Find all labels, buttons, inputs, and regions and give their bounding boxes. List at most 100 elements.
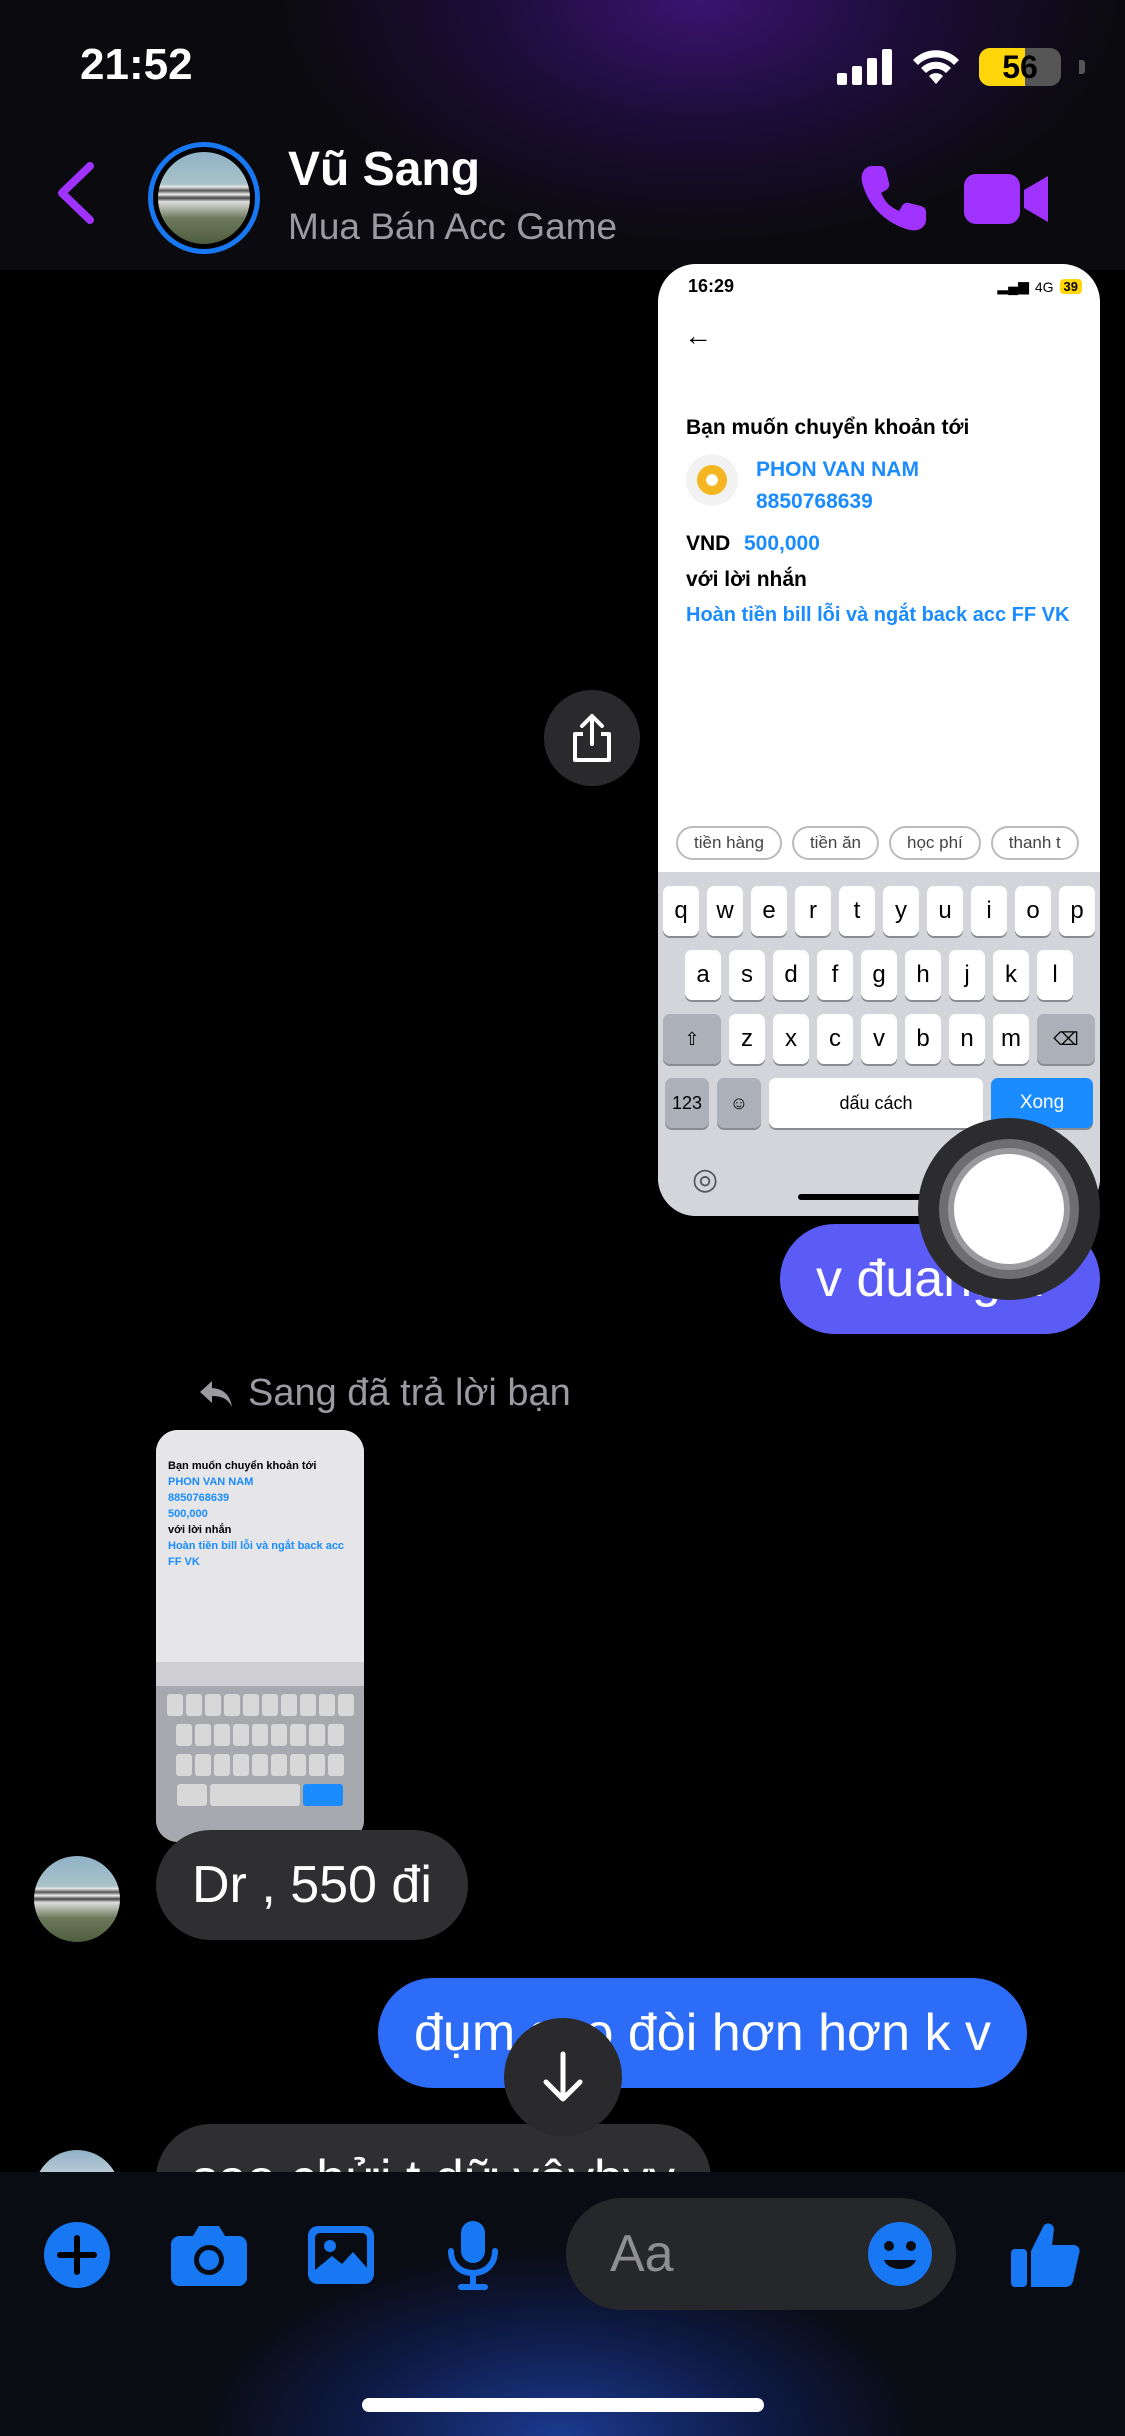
mini-amount: 500,000 — [168, 1508, 208, 1520]
screenshot-signal-icon: ▂▄▆ — [997, 278, 1029, 294]
key: h — [905, 950, 941, 1000]
share-button[interactable] — [544, 690, 640, 786]
space-key: dấu cách — [769, 1078, 983, 1128]
key: z — [729, 1014, 765, 1064]
key: w — [707, 886, 743, 936]
emoji-key-icon: ☺ — [717, 1078, 761, 1128]
video-call-icon[interactable] — [964, 168, 1050, 230]
screenshot-status: ▂▄▆ 4G 39 — [997, 278, 1082, 295]
key: k — [993, 950, 1029, 1000]
key: t — [839, 886, 875, 936]
mini-recipient: PHON VAN NAM — [168, 1476, 254, 1488]
screenshot-battery: 39 — [1059, 279, 1082, 294]
battery-level: 56 — [1002, 48, 1038, 85]
message-input[interactable] — [610, 2198, 860, 2310]
key: p — [1059, 886, 1095, 936]
key: o — [1015, 886, 1051, 936]
key-row-3: ⇧ z x c v b n m ⌫ — [658, 1014, 1100, 1064]
key: e — [751, 886, 787, 936]
image-icon — [308, 2226, 374, 2284]
home-indicator — [362, 2398, 764, 2412]
screenshot-prompt: Bạn muốn chuyển khoản tới — [686, 416, 970, 439]
key: b — [905, 1014, 941, 1064]
mini-message-label: với lời nhắn — [168, 1524, 232, 1536]
arrow-down-icon — [543, 2051, 583, 2102]
outgoing-message[interactable]: đụm sao đòi hơn hơn k v — [378, 1978, 1027, 2088]
message-input-container[interactable] — [566, 2198, 956, 2310]
chip: thanh t — [990, 826, 1079, 860]
mini-keyboard — [156, 1686, 364, 1842]
shared-screenshot-image[interactable]: 16:29 ▂▄▆ 4G 39 ← Bạn muốn chuyển khoản … — [658, 264, 1100, 1216]
backspace-icon: ⌫ — [1037, 1014, 1095, 1064]
voice-button[interactable] — [430, 2212, 516, 2298]
key: x — [773, 1014, 809, 1064]
key: g — [861, 950, 897, 1000]
incoming-message[interactable]: Dr , 550 đi — [156, 1830, 468, 1940]
like-button[interactable] — [1002, 2212, 1088, 2298]
key: u — [927, 886, 963, 936]
thumbs-up-icon — [1011, 2223, 1080, 2287]
key: r — [795, 886, 831, 936]
plus-circle-icon — [44, 2222, 110, 2288]
globe-icon: ◎ — [692, 1163, 719, 1196]
add-button[interactable] — [34, 2212, 120, 2298]
contact-name[interactable]: Vũ Sang — [288, 142, 480, 197]
camera-button[interactable] — [166, 2212, 252, 2298]
key-row-2: a s d f g h j k l — [658, 950, 1100, 1000]
reply-note-text: Sang đã trả lời bạn — [248, 1372, 571, 1414]
key: m — [993, 1014, 1029, 1064]
mini-account: 8850768639 — [168, 1492, 230, 1504]
signal-icon — [837, 49, 892, 85]
camera-icon — [171, 2226, 247, 2286]
key: a — [685, 950, 721, 1000]
reply-arrow-icon — [200, 1380, 232, 1407]
scroll-to-bottom-button[interactable] — [504, 2018, 622, 2136]
key: n — [949, 1014, 985, 1064]
key-row-1: q w e r t y u i o p — [658, 886, 1100, 936]
key: l — [1037, 950, 1073, 1000]
battery-icon: 56 — [979, 48, 1061, 86]
chip: học phí — [889, 826, 981, 860]
key-123: 123 — [665, 1078, 709, 1128]
mini-message: Hoàn tiền bill lỗi và ngắt back acc FF V… — [168, 1540, 345, 1568]
transfer-message: Hoàn tiền bill lỗi và ngắt back acc FF V… — [686, 604, 1070, 626]
reply-indicator: Sang đã trả lời bạn — [198, 1372, 571, 1415]
suggestion-chips: tiền hàng tiền ăn học phí thanh t — [676, 826, 1079, 860]
emoji-icon[interactable] — [866, 2220, 934, 2288]
contact-subtitle: Mua Bán Acc Game — [288, 206, 618, 247]
key: c — [817, 1014, 853, 1064]
currency: VND — [686, 532, 731, 555]
screenshot-back-arrow-icon: ← — [684, 320, 712, 351]
quoted-screenshot[interactable]: Bạn muốn chuyển khoản tới PHON VAN NAM 8… — [156, 1430, 364, 1842]
assistive-touch-button[interactable] — [918, 1118, 1100, 1300]
phone-call-icon[interactable] — [856, 160, 932, 236]
key: y — [883, 886, 919, 936]
status-time: 21:52 — [80, 40, 193, 89]
key: q — [663, 886, 699, 936]
bank-logo-icon — [686, 454, 738, 506]
message-label: với lời nhắn — [686, 568, 807, 591]
microphone-icon — [448, 2221, 498, 2290]
key: v — [861, 1014, 897, 1064]
gallery-button[interactable] — [298, 2212, 384, 2298]
amount: 500,000 — [744, 532, 820, 555]
shift-icon: ⇧ — [663, 1014, 721, 1064]
screenshot-time: 16:29 — [688, 276, 735, 296]
sender-avatar[interactable] — [34, 1856, 120, 1942]
chip: tiền ăn — [791, 826, 879, 860]
back-chevron-icon[interactable] — [48, 158, 108, 228]
account-number: 8850768639 — [756, 490, 873, 513]
key: i — [971, 886, 1007, 936]
key: j — [949, 950, 985, 1000]
key: s — [729, 950, 765, 1000]
mini-prompt: Bạn muốn chuyển khoản tới — [168, 1460, 317, 1472]
wifi-icon — [913, 50, 959, 84]
key: f — [817, 950, 853, 1000]
contact-avatar[interactable] — [148, 142, 260, 254]
screenshot-network: 4G — [1034, 278, 1054, 295]
chip: tiền hàng — [676, 826, 782, 860]
share-icon — [573, 714, 611, 762]
recipient-name: PHON VAN NAM — [756, 458, 919, 481]
key: d — [773, 950, 809, 1000]
status-icons: 56 — [837, 48, 1085, 86]
